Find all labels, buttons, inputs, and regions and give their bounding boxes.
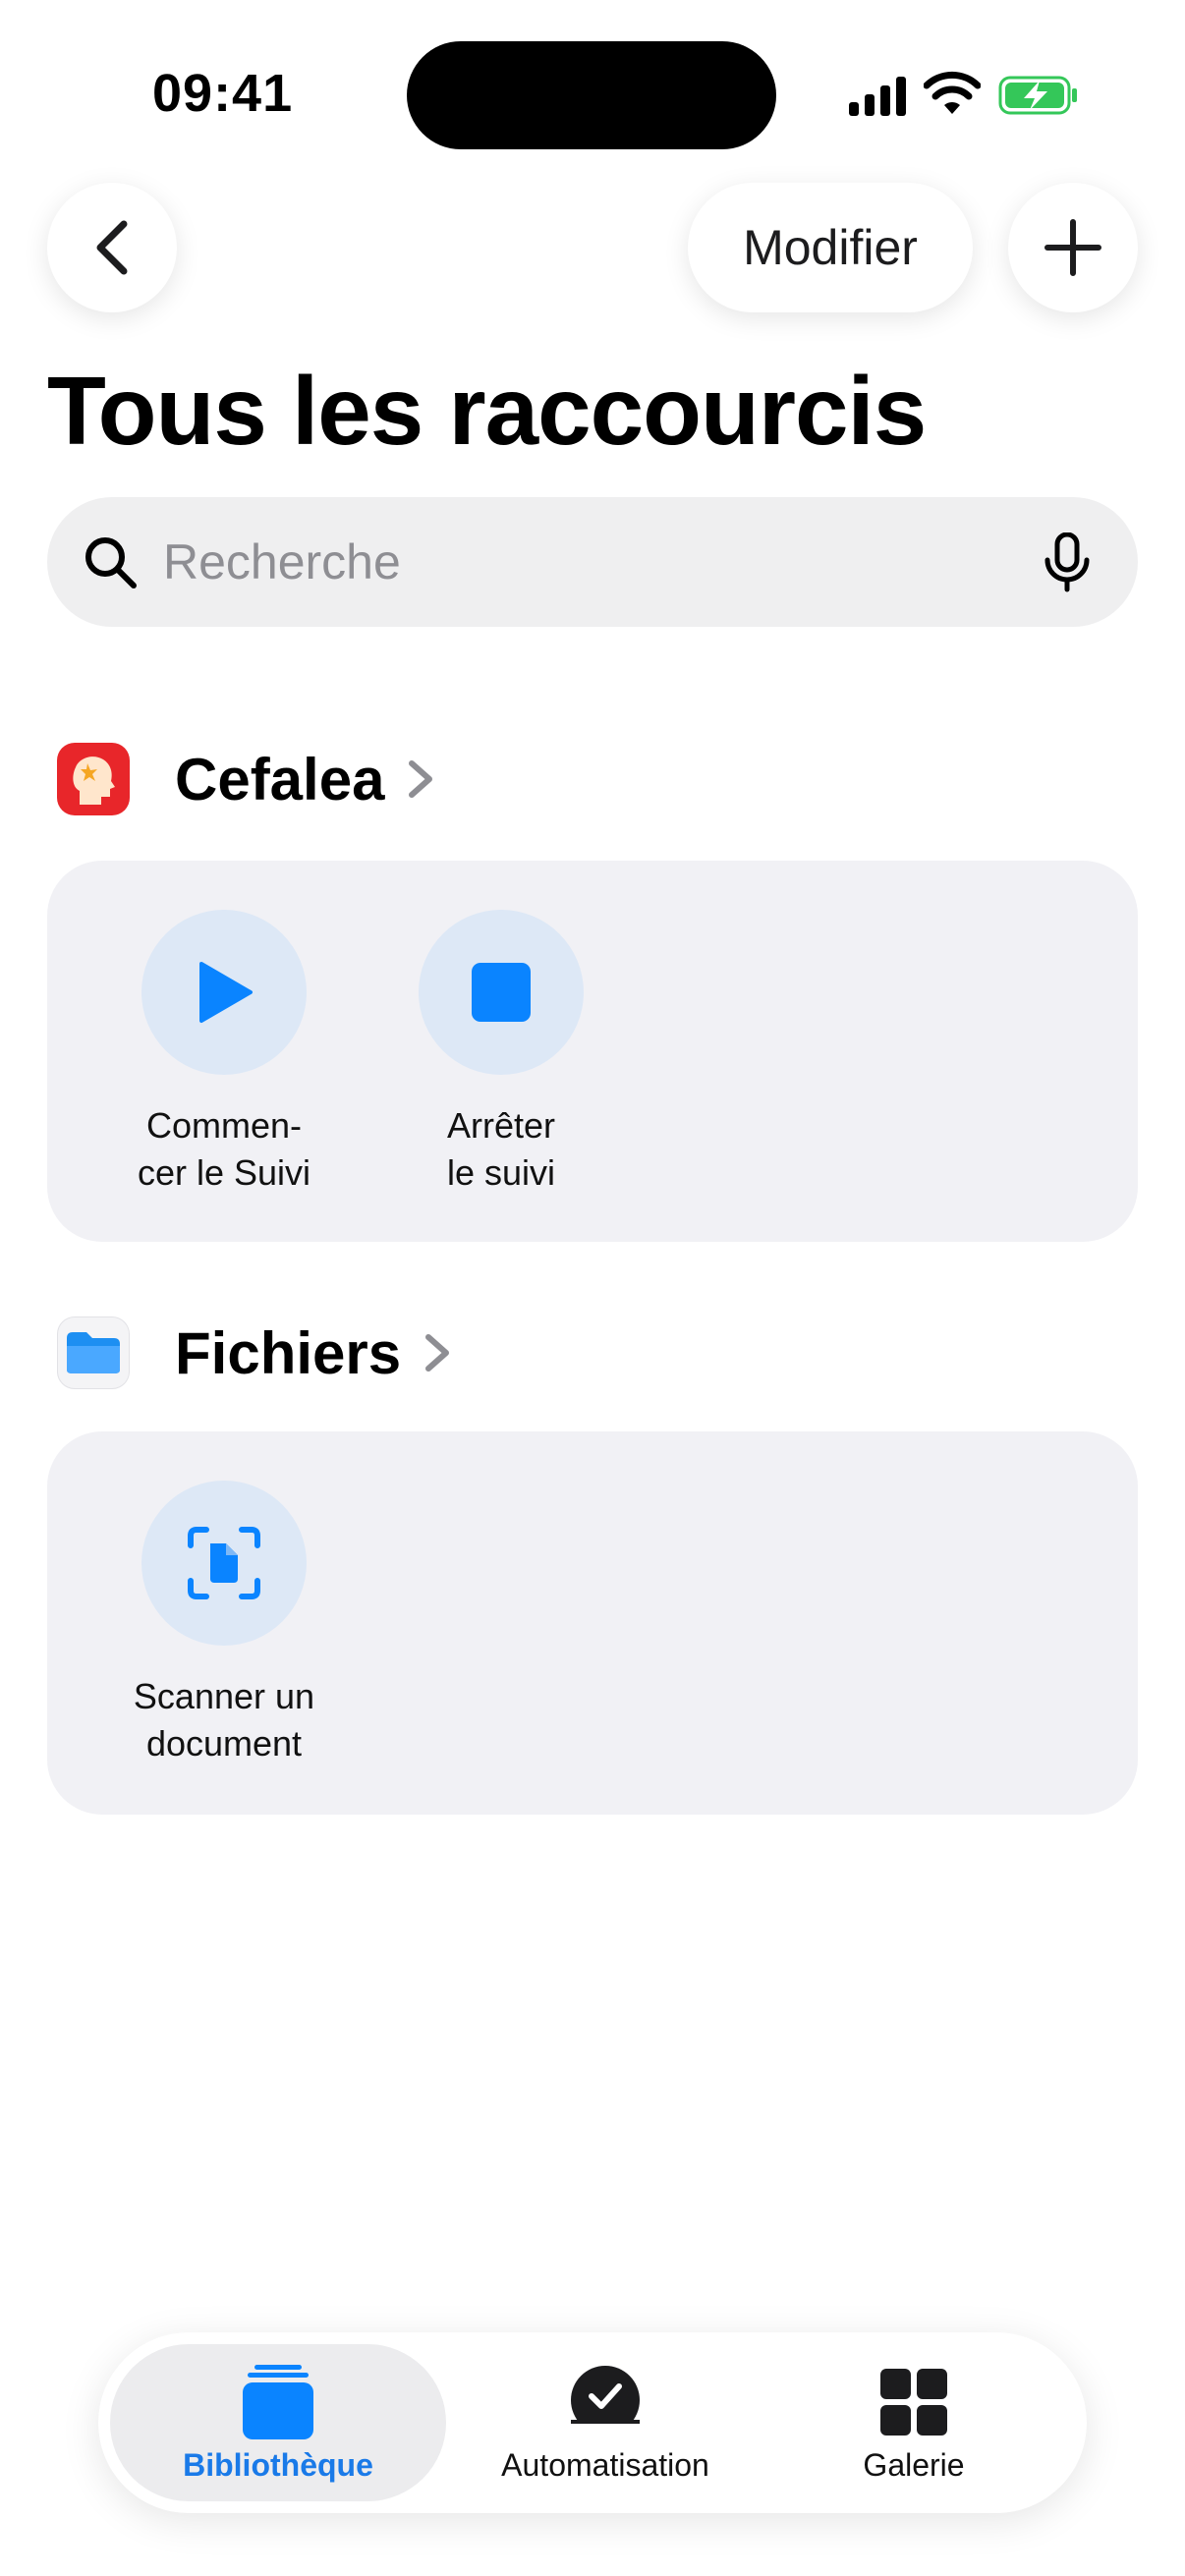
shortcuts-card-cefalea: Commen- cer le Suivi Arrêter le suivi xyxy=(47,861,1138,1242)
status-time: 09:41 xyxy=(152,64,294,123)
library-icon xyxy=(243,2364,313,2439)
shortcuts-card-fichiers: Scanner un document xyxy=(47,1431,1138,1815)
play-icon xyxy=(199,962,253,1023)
shortcut-bubble xyxy=(141,1481,307,1646)
tab-automation[interactable]: Automatisation xyxy=(458,2344,753,2501)
back-button[interactable] xyxy=(47,183,177,312)
battery-charging-icon xyxy=(998,76,1077,115)
chevron-right-icon xyxy=(409,760,433,798)
search-icon xyxy=(85,537,137,588)
shortcut-bubble xyxy=(141,910,307,1075)
shortcut-stop-tracking[interactable]: Arrêter le suivi xyxy=(373,910,629,1197)
shortcut-label: Arrêter le suivi xyxy=(446,1105,556,1193)
chevron-left-icon xyxy=(96,220,128,275)
files-app-icon xyxy=(57,1316,130,1389)
shortcut-scan-document[interactable]: Scanner un document xyxy=(96,1481,352,1767)
microphone-icon[interactable] xyxy=(1040,532,1095,593)
stop-icon xyxy=(472,963,531,1022)
tab-label: Galerie xyxy=(863,2446,965,2483)
search-bar[interactable] xyxy=(47,497,1138,627)
plus-icon xyxy=(1044,219,1101,276)
automation-icon xyxy=(571,2365,640,2439)
gallery-icon xyxy=(880,2368,947,2436)
chevron-right-icon xyxy=(425,1334,450,1372)
cellular-signal-icon xyxy=(849,77,906,116)
edit-button[interactable]: Modifier xyxy=(688,183,973,312)
cefalea-app-icon xyxy=(57,743,130,815)
tab-label: Bibliothèque xyxy=(183,2446,373,2483)
section-title-cefalea: Cefalea xyxy=(175,746,385,812)
section-header-fichiers[interactable]: Fichiers xyxy=(57,1316,452,1389)
add-shortcut-button[interactable] xyxy=(1008,183,1138,312)
shortcut-label: Scanner un document xyxy=(133,1676,315,1764)
tab-gallery[interactable]: Galerie xyxy=(766,2344,1061,2501)
shortcut-bubble xyxy=(419,910,584,1075)
tab-library[interactable]: Bibliothèque xyxy=(110,2344,446,2501)
search-input[interactable] xyxy=(163,521,1028,603)
tab-bar: Bibliothèque Automatisation Galerie xyxy=(98,2332,1087,2513)
tab-label: Automatisation xyxy=(501,2446,709,2483)
page-title: Tous les raccourcis xyxy=(47,357,927,465)
section-header-cefalea[interactable]: Cefalea xyxy=(57,743,435,815)
scan-document-icon xyxy=(188,1527,260,1599)
wifi-icon xyxy=(924,71,981,114)
shortcut-start-tracking[interactable]: Commen- cer le Suivi xyxy=(96,910,352,1197)
section-title-fichiers: Fichiers xyxy=(175,1319,402,1386)
dynamic-island xyxy=(407,41,776,149)
shortcut-label: Commen- cer le Suivi xyxy=(137,1105,311,1193)
